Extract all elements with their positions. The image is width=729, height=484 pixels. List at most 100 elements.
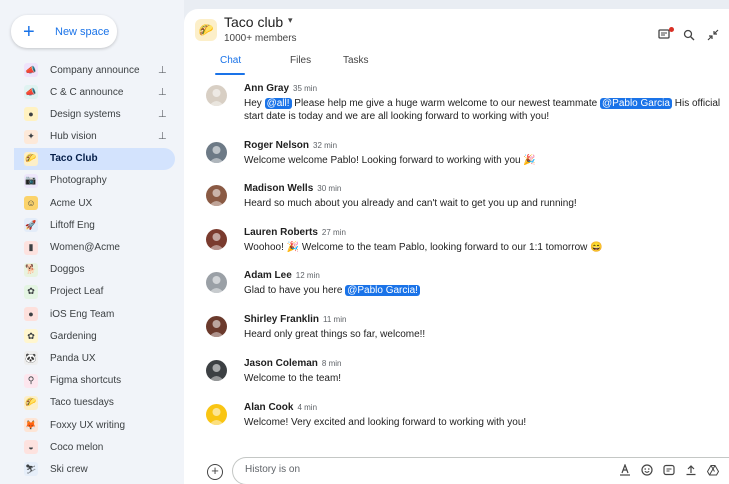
sidebar-item[interactable]: 🌮 Taco Club <box>14 147 175 170</box>
sidebar-item[interactable]: ☺ Acme UX <box>0 192 184 214</box>
sender-name[interactable]: Shirley Franklin 11 min <box>244 314 346 325</box>
sidebar-item-label: Women@Acme <box>50 242 120 253</box>
flag-icon: ▮ <box>24 240 38 255</box>
smile-icon: ☺ <box>24 196 38 211</box>
active-tab-indicator <box>215 73 245 75</box>
chevron-down-icon[interactable]: ▾ <box>288 15 293 26</box>
message-text-part: Welcome to the team! <box>244 373 342 384</box>
avatar[interactable] <box>206 185 227 206</box>
sender-name[interactable]: Adam Lee 12 min <box>244 270 320 281</box>
plus-icon: + <box>23 20 35 43</box>
sidebar-item[interactable]: ● Design systems ⊥ <box>0 103 184 125</box>
format-text-icon[interactable] <box>619 463 631 479</box>
message-text-part: Welcome! Very excited and looking forwar… <box>244 417 527 428</box>
sidebar-item[interactable]: 🚀 Liftoff Eng <box>0 214 184 236</box>
pin-icon[interactable]: ⊥ <box>158 87 167 98</box>
avatar[interactable] <box>206 229 227 250</box>
gif-icon[interactable] <box>663 464 675 479</box>
composer-tools <box>619 463 720 479</box>
new-space-button[interactable]: + New space <box>11 15 117 48</box>
sender-name[interactable]: Alan Cook 4 min <box>244 402 317 413</box>
avatar[interactable] <box>206 142 227 163</box>
sender-name[interactable]: Madison Wells 30 min <box>244 183 341 194</box>
tab-bar: Chat Files Tasks <box>184 49 729 77</box>
taco-icon: 🌮 <box>24 151 38 166</box>
mention-chip[interactable]: @Pablo Garcia! <box>345 285 420 296</box>
fox-icon: 🦊 <box>24 418 38 432</box>
message-text-part: Woohoo! 🎉 Welcome to the team Pablo, loo… <box>244 242 603 253</box>
space-list: 📣 Company announce ⊥ 📣 C & C announce ⊥ ● Desig… <box>0 59 184 481</box>
message-text-part: start date is today and we are all looki… <box>244 111 550 122</box>
pin-icon[interactable]: ⊥ <box>158 65 167 76</box>
taco-icon: 🌮 <box>195 19 217 41</box>
mention-chip[interactable]: @Pablo Garcia <box>600 98 672 109</box>
sender-name[interactable]: Ann Gray 35 min <box>244 83 317 94</box>
sender-name[interactable]: Lauren Roberts 27 min <box>244 227 346 238</box>
sidebar-item[interactable]: 🦊 Foxxy UX writing <box>0 414 184 436</box>
sidebar-item[interactable]: 🌮 Taco tuesdays <box>0 392 184 414</box>
sidebar-item[interactable]: ◒ Coco melon <box>0 436 184 458</box>
message-text: Woohoo! 🎉 Welcome to the team Pablo, loo… <box>244 241 729 254</box>
sidebar-item-label: Project Leaf <box>50 286 104 298</box>
message-timestamp: 12 min <box>295 271 320 280</box>
sender-name-text: Madison Wells <box>244 183 314 194</box>
sidebar-item[interactable]: 🐼 Panda UX <box>0 347 184 369</box>
message-text-part: His official <box>671 98 721 109</box>
sidebar-item-label: Liftoff Eng <box>50 219 95 231</box>
tab-chat[interactable]: Chat <box>220 55 241 66</box>
message-text: Welcome! Very excited and looking forwar… <box>244 416 729 429</box>
sender-name-text: Shirley Franklin <box>244 314 320 325</box>
tab-files[interactable]: Files <box>290 55 311 66</box>
avatar[interactable] <box>206 316 227 337</box>
sidebar-item-label: Ski crew <box>50 463 88 475</box>
threads-icon[interactable] <box>658 27 674 44</box>
add-icon[interactable]: + <box>207 464 223 480</box>
sidebar-item[interactable]: 📷 Photography <box>0 170 184 192</box>
message-text-part: Heard only great things so far, welcome!… <box>244 329 426 340</box>
avatar[interactable] <box>206 272 227 293</box>
sidebar-item[interactable]: ▮ Women@Acme <box>0 237 184 259</box>
avatar[interactable] <box>206 404 227 425</box>
camera-icon: 📷 <box>24 173 38 188</box>
sender-name[interactable]: Roger Nelson 32 min <box>244 140 337 151</box>
message-text-part: Welcome welcome Pablo! Looking forward t… <box>244 155 536 166</box>
sidebar-item[interactable]: 📣 C & C announce ⊥ <box>0 81 184 103</box>
sender-name-text: Ann Gray <box>244 83 290 94</box>
space-title[interactable]: Taco club <box>224 14 283 30</box>
emoji-icon[interactable] <box>641 464 653 479</box>
sender-name-text: Adam Lee <box>244 270 292 281</box>
sidebar-item-label: Doggos <box>50 264 85 276</box>
melon-icon: ◒ <box>24 440 38 455</box>
sender-name-text: Jason Coleman <box>244 358 318 369</box>
message-timestamp: 32 min <box>313 141 338 150</box>
sidebar-item[interactable]: 📣 Company announce ⊥ <box>0 59 184 81</box>
message-text: Glad to have you here @Pablo Garcia! <box>244 284 729 297</box>
message-text-part: Glad to have you here <box>244 285 346 296</box>
sidebar-item[interactable]: 🐕 Doggos <box>0 259 184 281</box>
megaphone-icon: 📣 <box>24 63 38 77</box>
sidebar-item[interactable]: ⚲ Figma shortcuts <box>0 370 184 392</box>
message-text-part: Please help me give a huge warm welcome … <box>291 98 600 109</box>
drive-icon[interactable] <box>706 464 720 479</box>
message-text: Welcome to the team! <box>244 372 729 385</box>
pin-icon[interactable]: ⊥ <box>158 109 167 120</box>
collapse-icon[interactable] <box>707 29 719 44</box>
upload-icon[interactable] <box>685 464 697 479</box>
sidebar-item[interactable]: ✿ Gardening <box>0 325 184 347</box>
sidebar-item-label: Foxxy UX writing <box>50 419 126 431</box>
sidebar-item[interactable]: ✿ Project Leaf <box>0 281 184 303</box>
avatar[interactable] <box>206 85 227 106</box>
sidebar-item-label: Photography <box>50 175 107 187</box>
pin-icon[interactable]: ⊥ <box>158 131 167 142</box>
mention-chip[interactable]: @all! <box>264 98 292 109</box>
tab-tasks[interactable]: Tasks <box>343 55 369 66</box>
sidebar-item[interactable]: ● iOS Eng Team <box>0 303 184 325</box>
avatar[interactable] <box>206 360 227 381</box>
sidebar-item-label: Figma shortcuts <box>50 375 122 387</box>
sender-name[interactable]: Jason Coleman 8 min <box>244 358 341 369</box>
sidebar: + New space 📣 Company announce ⊥ 📣 C & C ann… <box>0 0 184 484</box>
message-input[interactable] <box>245 464 585 475</box>
sidebar-item[interactable]: ✦ Hub vision ⊥ <box>0 126 184 148</box>
search-icon[interactable] <box>683 29 695 44</box>
sidebar-item[interactable]: ⛷ Ski crew <box>0 458 184 480</box>
